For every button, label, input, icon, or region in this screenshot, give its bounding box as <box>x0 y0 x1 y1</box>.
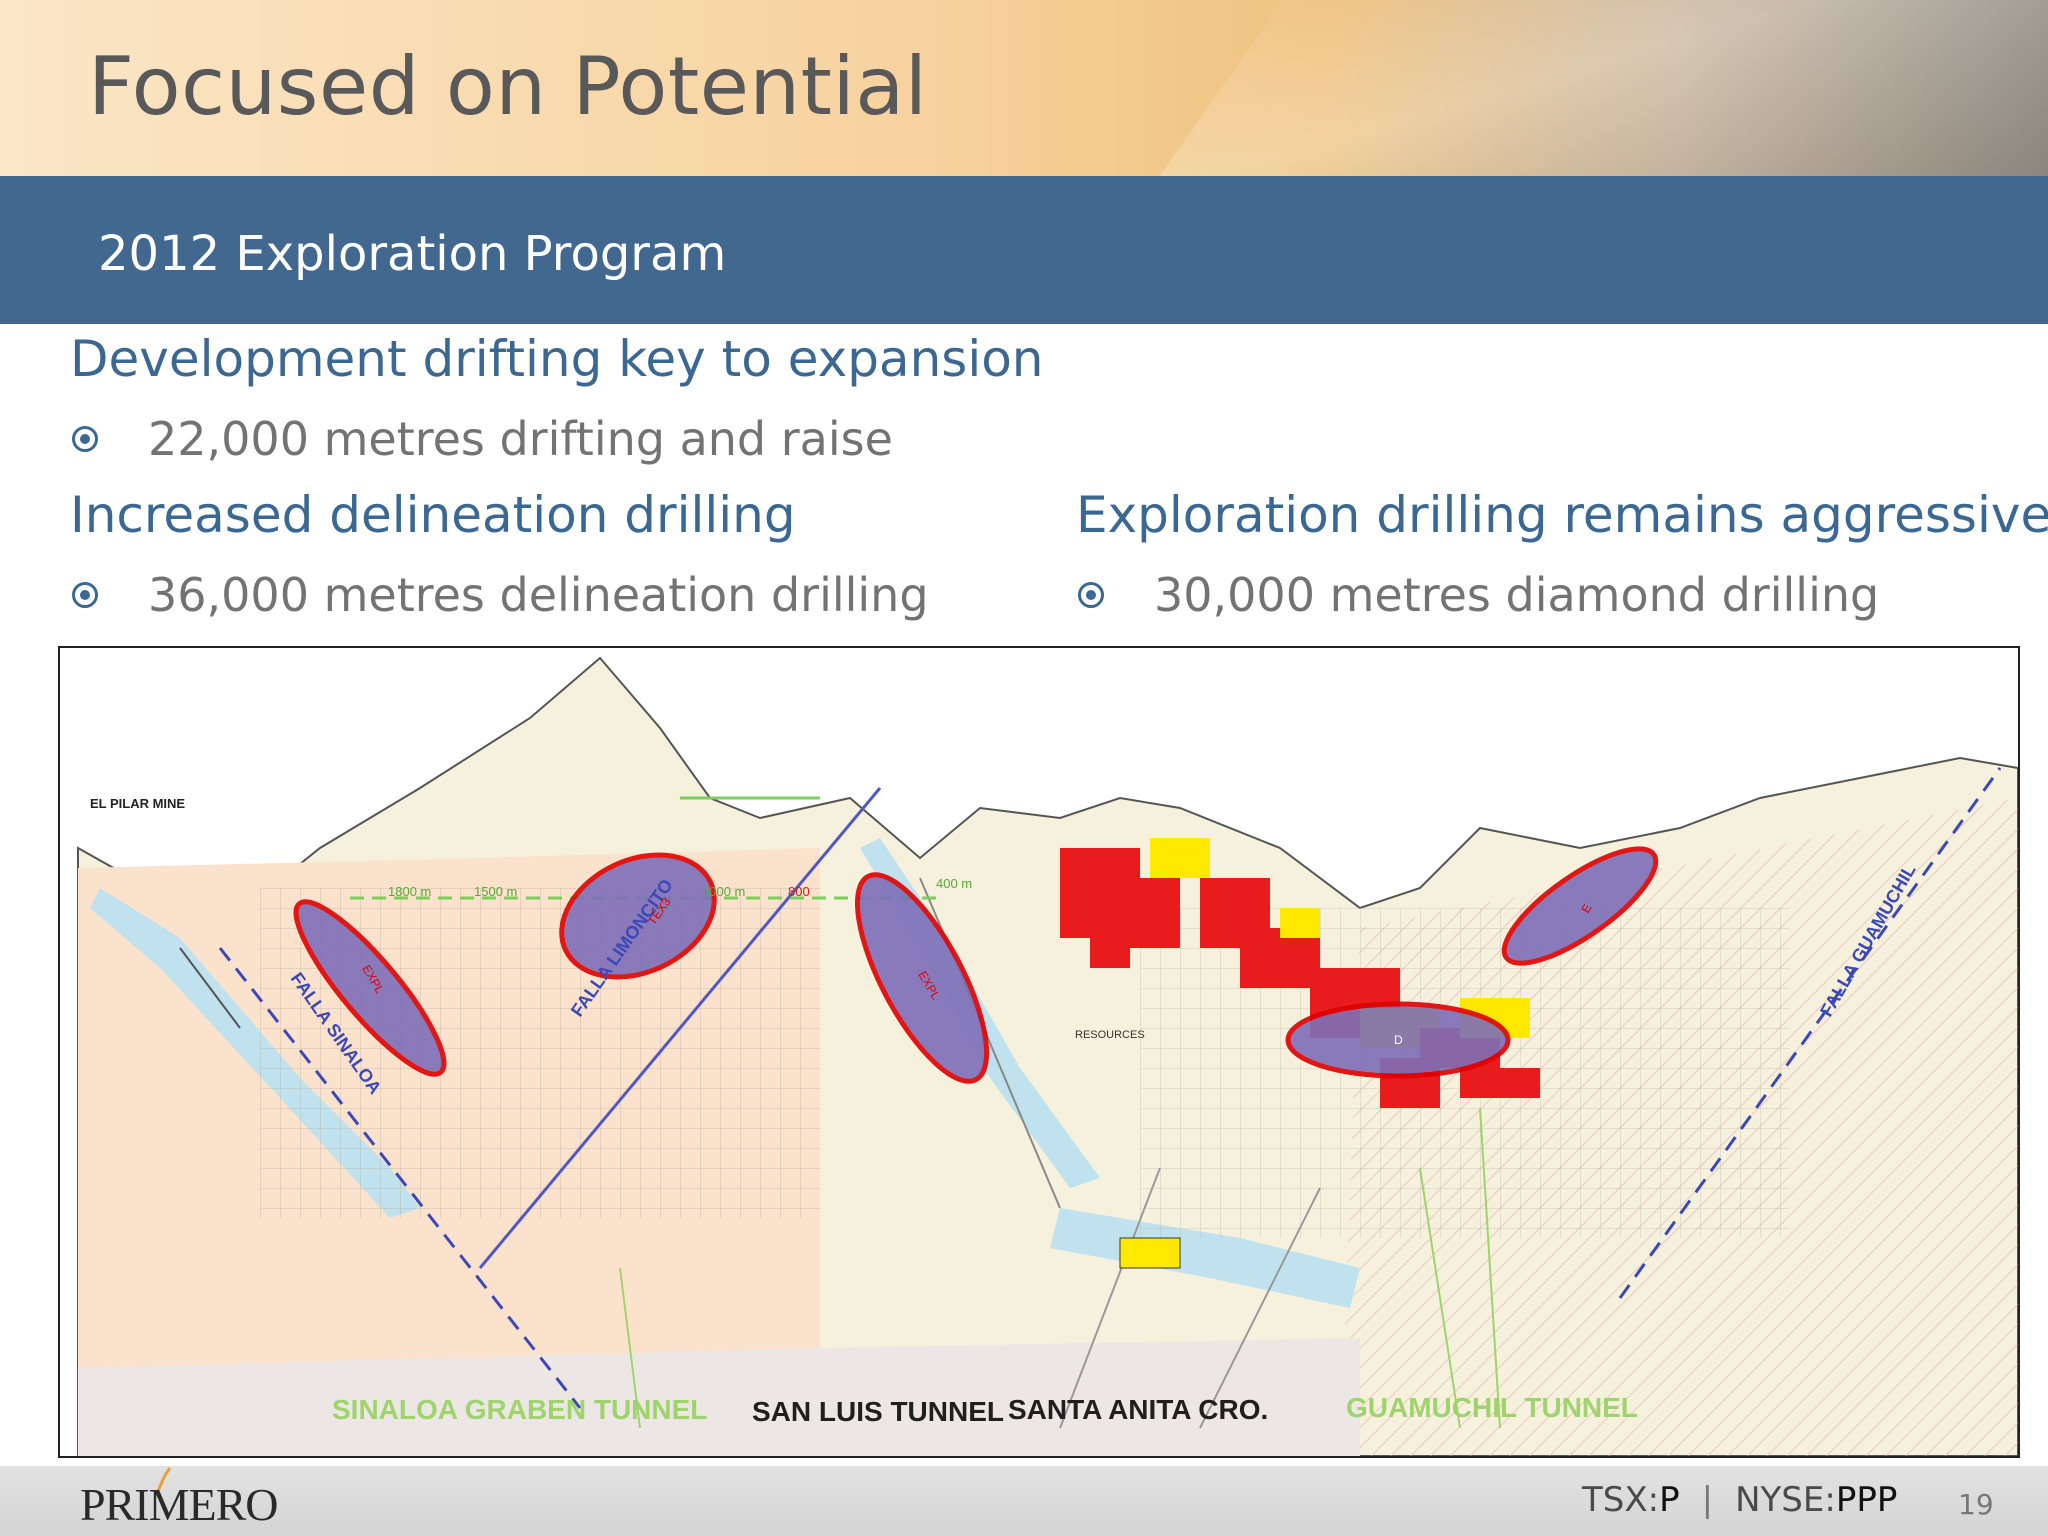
bullet-text: 36,000 metres delineation drilling <box>148 568 929 622</box>
bullet-delineation: 36,000 metres delineation drilling <box>72 568 929 622</box>
bullet-text: 22,000 metres drifting and raise <box>148 412 893 466</box>
cross-section-map: EL PILAR MINE RESOURCES FALLA SINALOA FA… <box>58 646 2020 1458</box>
stock-tickers: TSX:P | NYSE:PPP <box>1582 1480 1897 1520</box>
distance-label: 1800 m <box>388 884 431 899</box>
heading-exploration: Exploration drilling remains aggressive <box>1076 486 2048 544</box>
resources-label: RESOURCES <box>1075 1029 1145 1041</box>
primero-logo: PRIMERO <box>80 1479 278 1530</box>
distance-label: 800 <box>788 884 810 899</box>
distance-label: 400 m <box>936 876 972 891</box>
tunnel-label-san-luis: SAN LUIS TUNNEL <box>752 1396 1004 1427</box>
ticker-separator: | <box>1701 1480 1714 1520</box>
bullet-exploration: 30,000 metres diamond drilling <box>1078 568 1879 622</box>
cross-section-drawing: EL PILAR MINE RESOURCES FALLA SINALOA FA… <box>77 656 2018 1456</box>
tunnel-label-santa-anita: SANTA ANITA CRO. <box>1008 1394 1269 1425</box>
nyse-prefix: NYSE: <box>1735 1480 1836 1520</box>
tunnel-label-guamuchil: GUAMUCHIL TUNNEL <box>1346 1392 1638 1423</box>
page-title: Focused on Potential <box>88 40 928 133</box>
bullet-development: 22,000 metres drifting and raise <box>72 412 893 466</box>
heading-delineation: Increased delineation drilling <box>70 486 796 544</box>
distance-label: 1500 m <box>474 884 517 899</box>
tsx-prefix: TSX: <box>1582 1480 1660 1520</box>
circle-bullet-icon <box>72 426 98 452</box>
nyse-symbol: PPP <box>1835 1480 1898 1520</box>
distance-label: 1000 m <box>702 884 745 899</box>
circle-bullet-icon <box>72 582 98 608</box>
bullet-text: 30,000 metres diamond drilling <box>1154 568 1880 622</box>
circle-bullet-icon <box>1078 582 1104 608</box>
subtitle: 2012 Exploration Program <box>98 226 727 282</box>
title-band-sheen <box>1128 0 2048 176</box>
tsx-symbol: P <box>1659 1480 1680 1520</box>
mine-label: EL PILAR MINE <box>90 796 185 811</box>
heading-development: Development drifting key to expansion <box>70 330 1044 388</box>
target-label: D <box>1394 1033 1403 1047</box>
drill-tag <box>1119 1237 1181 1269</box>
page-number: 19 <box>1958 1488 1994 1521</box>
tunnel-label-sinaloa: SINALOA GRABEN TUNNEL <box>332 1394 708 1425</box>
